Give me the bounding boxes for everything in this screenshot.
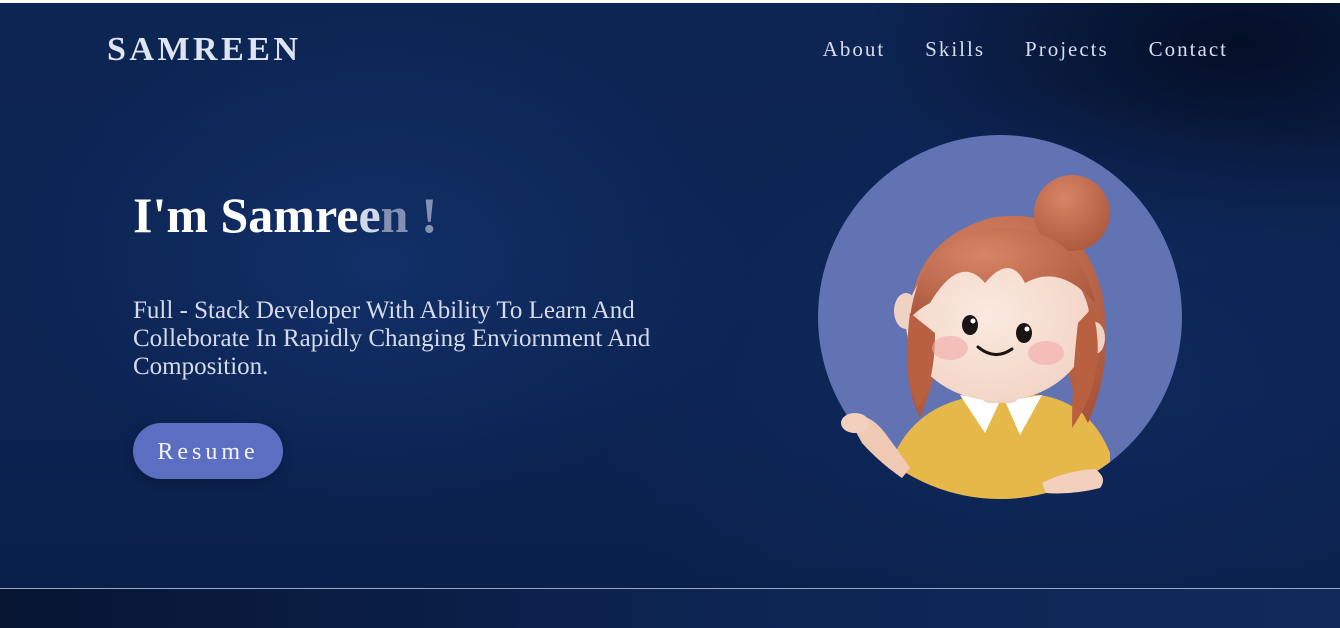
- resume-button[interactable]: Resume: [133, 423, 283, 479]
- nav-contact-link[interactable]: Contact: [1149, 37, 1228, 62]
- cartoon-girl-avatar-icon: [818, 135, 1182, 499]
- page: SAMREEN About Skills Projects Contact I'…: [0, 3, 1340, 628]
- hero-title-main: I'm Samre: [133, 187, 359, 243]
- nav-projects-link[interactable]: Projects: [1025, 37, 1109, 62]
- site-logo[interactable]: SAMREEN: [107, 31, 302, 69]
- main-nav: About Skills Projects Contact: [823, 37, 1228, 62]
- nav-about-link[interactable]: About: [823, 37, 886, 62]
- hero-title: I'm Samreen !: [133, 186, 438, 244]
- hero-title-fade1: e: [358, 187, 381, 243]
- hero-title-fade2: n !: [380, 187, 438, 243]
- hero-subtitle: Full - Stack Developer With Ability To L…: [133, 297, 651, 380]
- next-section-edge: [0, 589, 1340, 628]
- nav-skills-link[interactable]: Skills: [925, 37, 985, 62]
